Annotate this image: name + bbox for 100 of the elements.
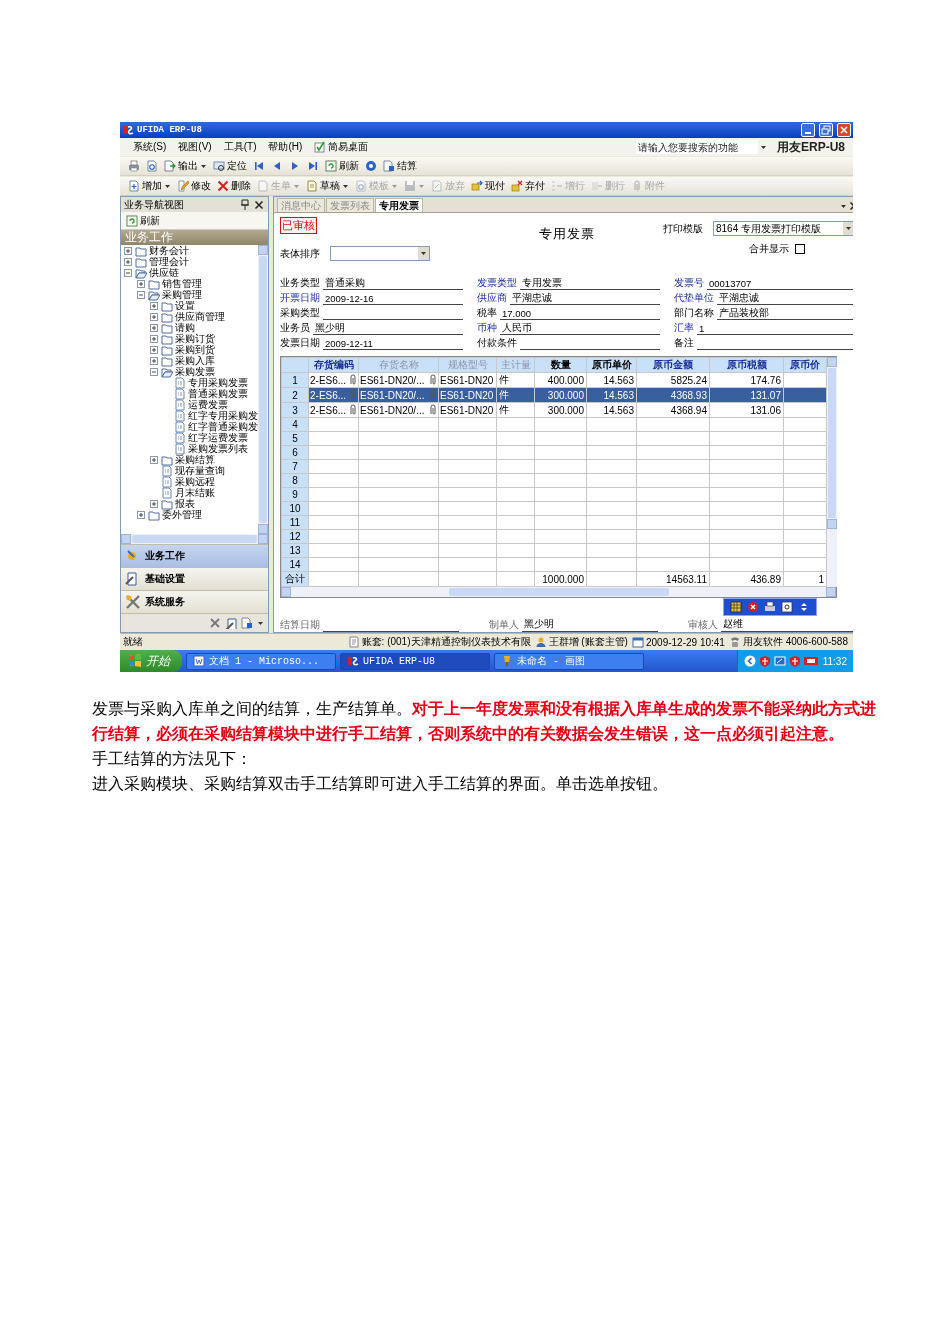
tree-item[interactable]: 供应商管理 [175,311,225,322]
tree-item[interactable]: 管理会计 [149,256,189,267]
tree-item[interactable]: 运费发票 [188,399,228,410]
input-field[interactable]: 平湖忠诚 [510,292,660,305]
toolbar-button[interactable]: 草稿 [304,178,351,194]
column-header[interactable]: 存货编码 [308,357,359,373]
sort-dropdown[interactable] [330,246,430,261]
column-header[interactable]: 原币税额 [709,357,784,373]
input-field[interactable]: 黑少明 [313,322,463,335]
tree-item[interactable]: 普通采购发票 [188,388,248,399]
table-row[interactable]: 7 [281,459,827,474]
expand-icon[interactable] [136,509,146,520]
minimize-button[interactable] [801,123,815,137]
tree-item[interactable]: 红字运费发票 [188,432,248,443]
table-row[interactable]: 4 [281,417,827,432]
vertical-scrollbar[interactable] [827,357,837,587]
expand-icon[interactable] [149,322,159,333]
menu-item[interactable]: 简易桌面 [309,139,374,155]
toolbar-button[interactable]: 增加 [126,178,173,194]
table-row[interactable]: 10 [281,501,827,516]
toolbar-button[interactable]: 现付 [469,178,507,194]
selected-row[interactable]: 2 2-ES6... ES61-DN20/... ES61-DN20 件 300.000 14.563 4368.93 131.07 [281,387,827,403]
column-header[interactable]: 原币单价 [586,357,637,373]
tree-item[interactable]: 采购发票 [175,366,215,377]
menu-item[interactable]: 工具(T) [218,139,262,155]
toolbar-button[interactable]: 输出 [162,158,209,174]
expand-icon[interactable] [149,344,159,355]
expand-icon[interactable] [123,245,133,256]
expand-icon[interactable] [136,278,146,289]
tree-item[interactable]: 供应链 [149,267,179,278]
toolbar-button[interactable]: 结算 [381,158,419,174]
restore-button[interactable] [819,123,833,137]
menu-item[interactable]: 系统(S) [128,139,172,155]
toolbar-button[interactable]: 刷新 [323,158,361,174]
expand-icon[interactable] [149,333,159,344]
template-dropdown[interactable]: 8164 专用发票打印模版 [713,221,853,236]
checkbox[interactable] [795,244,805,254]
start-button[interactable]: 开始 [120,650,182,672]
nav-button[interactable]: 系统服务 [121,590,268,613]
tree-item[interactable]: 采购发票列表 [188,443,248,454]
input-field[interactable]: 普通采购 [323,277,463,290]
expand-icon[interactable] [149,300,159,311]
input-field[interactable]: 平湖忠诚 [717,292,853,305]
tree-item[interactable]: 采购订货 [175,333,215,344]
tree-item[interactable]: 月末结账 [175,487,215,498]
tree-item[interactable]: 红字专用采购发 [188,410,258,421]
search-field[interactable]: 请输入您要搜索的功能 [636,140,758,154]
horizontal-scrollbar[interactable] [281,587,836,597]
toolbar-button[interactable]: 修改 [175,178,213,194]
table-row[interactable]: 5 [281,431,827,446]
table-row[interactable]: 13 [281,543,827,558]
vertical-scrollbar[interactable] [258,245,268,534]
tree-item[interactable]: 采购到货 [175,344,215,355]
expand-icon[interactable] [149,311,159,322]
table-row[interactable]: 3 2-ES6... ES61-DN20/... ES61-DN20 件 300.000 14.563 4368.94 131.06 [281,402,827,418]
expand-icon[interactable] [149,355,159,366]
table-row[interactable]: 11 [281,515,827,530]
table-row[interactable]: 12 [281,529,827,544]
tree-item[interactable]: 设置 [175,300,195,311]
column-header[interactable]: 数量 [534,357,587,373]
menu-item[interactable]: 视图(V) [173,139,217,155]
table-row[interactable]: 14 [281,557,827,572]
table-row[interactable]: 8 [281,473,827,488]
expand-icon[interactable] [149,498,159,509]
column-header[interactable]: 原币金额 [636,357,710,373]
tree-item[interactable]: 专用采购发票 [188,377,248,388]
table-row[interactable]: 1 2-ES6... ES61-DN20/... ES61-DN20 件 400.000 14.563 5825.24 174.76 [281,372,827,388]
toolbar-button[interactable] [144,158,160,174]
collapse-icon[interactable] [149,366,159,377]
collapse-icon[interactable] [123,267,133,278]
tree-item[interactable]: 委外管理 [162,509,202,520]
tree-item[interactable]: 红字普通采购发 [188,421,258,432]
taskbar-button[interactable]: 未命名 - 画图 [494,652,644,670]
table-row[interactable]: 9 [281,487,827,502]
tree-item[interactable]: 销售管理 [162,278,202,289]
tree-item[interactable]: 采购入库 [175,355,215,366]
tab[interactable]: 专用发票 [375,198,423,212]
tree-item[interactable]: 请购 [175,322,195,333]
close-button[interactable] [253,198,265,211]
tree-item[interactable]: 采购管理 [162,289,202,300]
tree-item[interactable]: 采购结算 [175,454,215,465]
menu-item[interactable]: 帮助(H) [263,139,308,155]
tree-item[interactable]: 现存量查询 [175,465,225,476]
horizontal-scrollbar[interactable] [121,534,268,544]
input-field[interactable]: 专用发票 [520,277,660,290]
toolbar-button[interactable]: 弃付 [509,178,547,194]
input-field[interactable]: 黑少明 [522,618,658,632]
tree-item[interactable]: 报表 [175,498,195,509]
toolbar-button[interactable]: 定位 [211,158,249,174]
tree-item[interactable]: 财务会计 [149,245,189,256]
table-row[interactable]: 6 [281,445,827,460]
taskbar-button[interactable]: UFIDA ERP-U8 [340,652,490,670]
nav-button[interactable]: 业务工作 [121,544,268,567]
taskbar-button[interactable]: 文档 1 - Microso... [186,652,336,670]
tree-item[interactable]: 采购远程 [175,476,215,487]
input-field[interactable]: 产品装校部 [717,307,853,320]
column-header[interactable]: 原币价 [783,357,827,373]
expand-icon[interactable] [149,454,159,465]
expand-icon[interactable] [123,256,133,267]
input-field[interactable]: 赵维 [721,618,853,632]
